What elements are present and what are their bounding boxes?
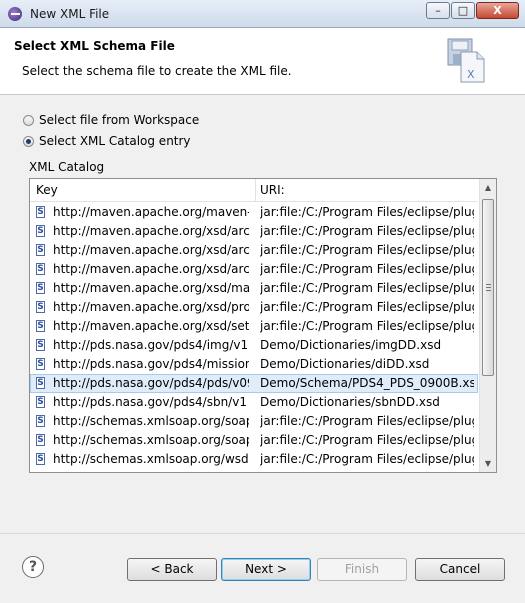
- workspace-option-label: Select file from Workspace: [39, 113, 200, 127]
- table-row[interactable]: Shttp://maven.apache.org/xsd/arche... jar…: [30, 260, 478, 279]
- scroll-up-arrow-icon[interactable]: ▲: [480, 179, 496, 196]
- catalog-key-cell: http://maven.apache.org/xsd/arche...: [53, 243, 249, 257]
- schema-file-icon: S: [36, 320, 45, 332]
- table-row[interactable]: Shttp://schemas.xmlsoap.org/soap/... jar:…: [30, 412, 478, 431]
- column-header-key[interactable]: Key: [36, 183, 58, 197]
- column-divider[interactable]: [255, 179, 256, 201]
- schema-file-icon: S: [36, 358, 45, 370]
- column-header-uri[interactable]: URI:: [260, 183, 285, 197]
- catalog-uri-cell: Demo/Schema/PDS4_PDS_0900B.xsd: [260, 376, 474, 390]
- next-button[interactable]: Next >: [221, 558, 311, 581]
- schema-file-icon: S: [36, 453, 45, 465]
- schema-file-icon: S: [36, 263, 45, 275]
- close-button[interactable]: X: [476, 2, 519, 19]
- help-icon[interactable]: ?: [22, 556, 44, 578]
- catalog-uri-cell: jar:file:/C:/Program Files/eclipse/plugi…: [260, 433, 474, 447]
- catalog-uri-cell: jar:file:/C:/Program Files/eclipse/plugi…: [260, 224, 474, 238]
- catalog-uri-cell: jar:file:/C:/Program Files/eclipse/plugi…: [260, 243, 474, 257]
- catalog-key-cell: http://maven.apache.org/xsd/arche...: [53, 262, 249, 276]
- xml-file-wizard-icon: X: [447, 38, 485, 83]
- button-bar-divider: [0, 533, 525, 534]
- maximize-button[interactable]: □: [451, 2, 475, 19]
- catalog-radio[interactable]: [23, 135, 34, 147]
- table-row[interactable]: Shttp://maven.apache.org/xsd/arche... jar…: [30, 222, 478, 241]
- catalog-uri-cell: jar:file:/C:/Program Files/eclipse/plugi…: [260, 262, 474, 276]
- table-row[interactable]: Shttp://schemas.xmlsoap.org/soap/... jar:…: [30, 431, 478, 450]
- catalog-uri-cell: jar:file:/C:/Program Files/eclipse/plugi…: [260, 452, 474, 466]
- title-bar: New XML File – □ X: [0, 0, 525, 28]
- xml-catalog-label: XML Catalog: [29, 160, 105, 174]
- catalog-key-cell: http://maven.apache.org/xsd/profil...: [53, 300, 249, 314]
- schema-file-icon: S: [36, 339, 45, 351]
- workspace-option[interactable]: Select file from Workspace: [23, 113, 199, 127]
- catalog-uri-cell: jar:file:/C:/Program Files/eclipse/plugi…: [260, 300, 474, 314]
- catalog-key-cell: http://pds.nasa.gov/pds4/pds/v09: [53, 376, 249, 390]
- catalog-option[interactable]: Select XML Catalog entry: [23, 134, 191, 148]
- table-header: Key URI:: [30, 179, 478, 202]
- svg-text:X: X: [467, 68, 475, 81]
- grip-icon: [486, 284, 491, 292]
- schema-file-icon: S: [36, 377, 45, 389]
- wizard-header: Select XML Schema File Select the schema…: [0, 28, 525, 95]
- catalog-key-cell: http://pds.nasa.gov/pds4/img/v1: [53, 338, 249, 352]
- vertical-scrollbar[interactable]: ▲ ▼: [479, 179, 496, 472]
- catalog-key-cell: http://schemas.xmlsoap.org/soap/...: [53, 433, 249, 447]
- table-row[interactable]: Shttp://maven.apache.org/xsd/arche... jar…: [30, 241, 478, 260]
- table-body: Shttp://maven.apache.org/maven-v... jar:f…: [30, 203, 478, 469]
- scroll-down-arrow-icon[interactable]: ▼: [480, 455, 496, 472]
- catalog-key-cell: http://maven.apache.org/xsd/mave...: [53, 281, 249, 295]
- catalog-option-label: Select XML Catalog entry: [39, 134, 191, 148]
- schema-file-icon: S: [36, 244, 45, 256]
- table-row[interactable]: Shttp://schemas.xmlsoap.org/wsdl/jar:fil…: [30, 450, 478, 469]
- schema-file-icon: S: [36, 396, 45, 408]
- catalog-key-cell: http://pds.nasa.gov/pds4/sbn/v1: [53, 395, 247, 409]
- catalog-uri-cell: Demo/Dictionaries/sbnDD.xsd: [260, 395, 440, 409]
- table-row[interactable]: Shttp://maven.apache.org/maven-v... jar:f…: [30, 203, 478, 222]
- table-row[interactable]: Shttp://maven.apache.org/xsd/profil... ja…: [30, 298, 478, 317]
- catalog-uri-cell: Demo/Dictionaries/imgDD.xsd: [260, 338, 442, 352]
- finish-button[interactable]: Finish: [317, 558, 407, 581]
- catalog-key-cell: http://schemas.xmlsoap.org/wsdl/: [53, 452, 249, 466]
- catalog-uri-cell: jar:file:/C:/Program Files/eclipse/plugi…: [260, 281, 474, 295]
- catalog-uri-cell: Demo/Dictionaries/diDD.xsd: [260, 357, 430, 371]
- catalog-key-cell: http://schemas.xmlsoap.org/soap/...: [53, 414, 249, 428]
- schema-file-icon: S: [36, 301, 45, 313]
- table-row[interactable]: Shttp://pds.nasa.gov/pds4/sbn/v1 Demo/Dic…: [30, 393, 478, 412]
- catalog-uri-cell: jar:file:/C:/Program Files/eclipse/plugi…: [260, 319, 474, 333]
- xml-catalog-table[interactable]: Key URI: Shttp://maven.apache.org/maven-…: [29, 178, 497, 473]
- table-row[interactable]: Shttp://pds.nasa.gov/pds4/img/v1 Demo/Dic…: [30, 336, 478, 355]
- minimize-button[interactable]: –: [426, 2, 450, 19]
- catalog-key-cell: http://maven.apache.org/maven-v...: [53, 205, 249, 219]
- window-title: New XML File: [30, 7, 110, 21]
- catalog-key-cell: http://maven.apache.org/xsd/settin...: [53, 319, 249, 333]
- table-row[interactable]: Shttp://pds.nasa.gov/pds4/pds/v09 Demo/Sc…: [30, 374, 478, 393]
- page-title: Select XML Schema File: [14, 39, 175, 53]
- back-button[interactable]: < Back: [127, 558, 217, 581]
- schema-file-icon: S: [36, 282, 45, 294]
- schema-file-icon: S: [36, 206, 45, 218]
- catalog-uri-cell: jar:file:/C:/Program Files/eclipse/plugi…: [260, 205, 474, 219]
- table-row[interactable]: Shttp://maven.apache.org/xsd/settin... ja…: [30, 317, 478, 336]
- scrollbar-thumb[interactable]: [482, 199, 494, 376]
- catalog-uri-cell: jar:file:/C:/Program Files/eclipse/plugi…: [260, 414, 474, 428]
- schema-file-icon: S: [36, 434, 45, 446]
- catalog-key-cell: http://pds.nasa.gov/pds4/mission/...: [53, 357, 249, 371]
- table-row[interactable]: Shttp://maven.apache.org/xsd/mave... jar:…: [30, 279, 478, 298]
- page-description: Select the schema file to create the XML…: [22, 64, 292, 78]
- catalog-key-cell: http://maven.apache.org/xsd/arche...: [53, 224, 249, 238]
- eclipse-icon: [8, 7, 22, 21]
- schema-file-icon: S: [36, 415, 45, 427]
- cancel-button[interactable]: Cancel: [415, 558, 505, 581]
- workspace-radio[interactable]: [23, 114, 34, 126]
- schema-file-icon: S: [36, 225, 45, 237]
- table-row[interactable]: Shttp://pds.nasa.gov/pds4/mission/... Dem…: [30, 355, 478, 374]
